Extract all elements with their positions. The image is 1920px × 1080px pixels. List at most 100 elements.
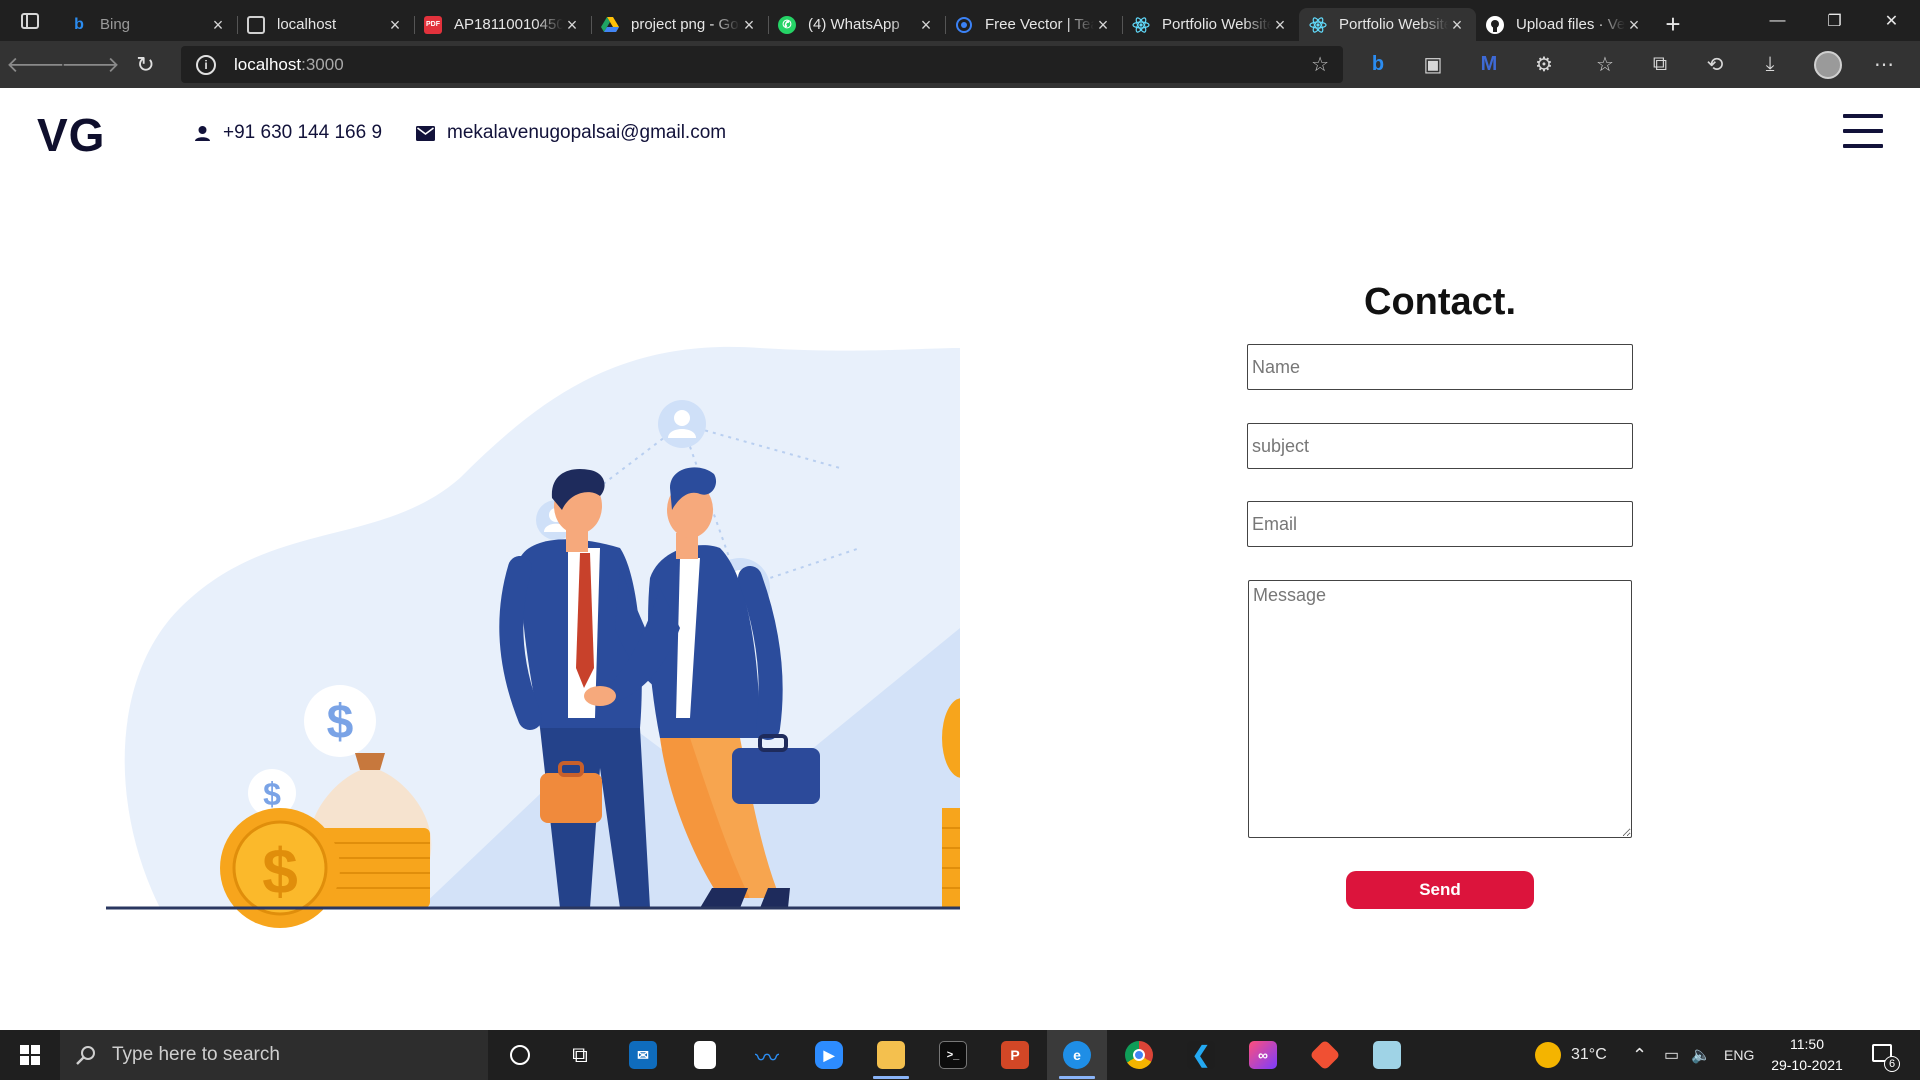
tab-bing[interactable]: b Bing ×	[60, 8, 237, 41]
message-textarea[interactable]	[1248, 580, 1632, 838]
cortana-button[interactable]	[490, 1030, 550, 1080]
tab-pdf[interactable]: PDF AP18110010450 ×	[414, 8, 591, 41]
hamburger-menu-button[interactable]	[1843, 114, 1883, 148]
weather-widget[interactable]: 31°C	[1535, 1030, 1607, 1080]
heartbeat-icon: 〰	[755, 1044, 779, 1072]
tab-freepik[interactable]: Free Vector | Team ×	[945, 8, 1122, 41]
tab-close-icon[interactable]: ×	[1448, 16, 1466, 34]
favorites-icon[interactable]: ☆	[1585, 41, 1625, 88]
extensions-icon[interactable]: ⚙	[1524, 41, 1564, 88]
address-bar[interactable]: i localhost:3000 ☆	[181, 46, 1343, 83]
git-app-button[interactable]	[1295, 1030, 1355, 1080]
new-tab-button[interactable]: +	[1653, 8, 1693, 41]
tab-close-icon[interactable]: ×	[386, 16, 404, 34]
tab-close-icon[interactable]: ×	[917, 16, 935, 34]
tab-portfolio-active[interactable]: Portfolio Website ×	[1299, 8, 1476, 41]
notes-icon	[1373, 1041, 1401, 1069]
powerpoint-icon: P	[1001, 1041, 1029, 1069]
tab-close-icon[interactable]: ×	[209, 16, 227, 34]
tab-label: Bing	[100, 16, 131, 33]
powerpoint-app-button[interactable]: P	[985, 1030, 1045, 1080]
creative-cloud-button[interactable]: ∞	[1233, 1030, 1293, 1080]
tab-close-icon[interactable]: ×	[563, 16, 581, 34]
terminal-icon: >_	[939, 1041, 967, 1069]
task-view-button[interactable]: ⧉	[550, 1030, 610, 1080]
svg-text:$: $	[263, 776, 281, 812]
input-language[interactable]: ENG	[1724, 1030, 1754, 1080]
tab-close-icon[interactable]: ×	[1094, 16, 1112, 34]
name-input[interactable]	[1247, 344, 1633, 390]
bing-chat-icon[interactable]: b	[1358, 41, 1398, 88]
site-logo[interactable]: VG	[37, 108, 105, 162]
downloads-icon[interactable]: ⤓	[1750, 41, 1790, 88]
header-email: mekalavenugopalsai@gmail.com	[416, 122, 726, 144]
whatsapp-icon: ✆	[778, 15, 796, 34]
url-port: :3000	[301, 54, 344, 74]
notepad-app-button[interactable]	[675, 1030, 735, 1080]
tab-close-icon[interactable]: ×	[740, 16, 758, 34]
edge-app-button[interactable]: e	[1047, 1030, 1107, 1080]
tab-portfolio-1[interactable]: Portfolio Website ×	[1122, 8, 1299, 41]
tab-close-icon[interactable]: ×	[1271, 16, 1289, 34]
tab-actions-button[interactable]	[0, 0, 60, 41]
notification-center-button[interactable]: 6	[1862, 1040, 1902, 1072]
url-host: localhost	[234, 54, 302, 74]
taskbar-clock[interactable]: 11:50 29-10-2021	[1762, 1034, 1852, 1076]
browser-tab-strip: b Bing × localhost × PDF AP18110010450 ×…	[0, 0, 1920, 41]
terminal-app-button[interactable]: >_	[923, 1030, 983, 1080]
subject-input[interactable]	[1247, 423, 1633, 469]
office-icon[interactable]: ▣	[1413, 41, 1453, 88]
vscode-icon: ❮	[1187, 1041, 1215, 1069]
site-info-icon[interactable]: i	[196, 54, 216, 75]
creative-cloud-icon: ∞	[1249, 1041, 1277, 1069]
email-input[interactable]	[1247, 501, 1633, 547]
bing-icon: b	[74, 15, 84, 33]
freepik-icon	[955, 16, 973, 34]
tab-localhost[interactable]: localhost ×	[237, 8, 414, 41]
add-favorite-icon[interactable]: ☆	[1311, 52, 1329, 77]
browser-toolbar: 🡐 🡒 ↻ i localhost:3000 ☆ b ▣ M ⚙ ☆ ⧉ ⟲ ⤓…	[0, 41, 1920, 88]
tab-google-drive[interactable]: project png - Google Drive ×	[591, 8, 768, 41]
folder-icon	[877, 1041, 905, 1069]
user-node-icon	[658, 400, 706, 448]
back-button[interactable]: 🡐	[6, 41, 65, 88]
menu-bar	[1843, 129, 1883, 133]
malwarebytes-icon[interactable]: M	[1469, 41, 1509, 88]
weather-sun-icon	[1535, 1042, 1561, 1068]
file-explorer-button[interactable]	[861, 1030, 921, 1080]
volume-icon[interactable]: 🔈	[1691, 1030, 1711, 1080]
search-icon	[76, 1046, 95, 1065]
svg-text:$: $	[262, 835, 298, 907]
send-button[interactable]: Send	[1346, 871, 1534, 909]
collections-icon[interactable]: ⧉	[1640, 41, 1680, 88]
settings-more-icon[interactable]: ⋯	[1864, 41, 1904, 88]
profile-avatar-icon[interactable]	[1808, 41, 1848, 88]
mail-app-button[interactable]: ✉	[613, 1030, 673, 1080]
briefcase-icon	[732, 748, 820, 804]
tab-label: Free Vector | Team	[985, 16, 1094, 33]
tab-github[interactable]: Upload files · Venugopal ×	[1476, 8, 1653, 41]
header-phone: +91 630 144 166 9	[194, 122, 382, 144]
git-icon	[1309, 1039, 1341, 1071]
close-window-button[interactable]: ✕	[1863, 0, 1920, 41]
chrome-app-button[interactable]	[1109, 1030, 1169, 1080]
taskbar-search-box[interactable]: Type here to search	[60, 1030, 488, 1080]
tab-close-icon[interactable]: ×	[1625, 16, 1643, 34]
history-icon[interactable]: ⟲	[1695, 41, 1735, 88]
refresh-button[interactable]: ↻	[118, 41, 173, 88]
search-placeholder: Type here to search	[112, 1044, 280, 1065]
restore-button[interactable]: ❐	[1806, 0, 1863, 41]
tray-chevron-icon[interactable]: ⌃	[1632, 1030, 1647, 1080]
meet-now-icon[interactable]: ▭	[1664, 1030, 1679, 1080]
minimize-button[interactable]: —	[1749, 0, 1806, 41]
vscode-app-button[interactable]: ❮	[1171, 1030, 1231, 1080]
tab-whatsapp[interactable]: ✆ (4) WhatsApp ×	[768, 8, 945, 41]
forward-button[interactable]: 🡒	[61, 41, 120, 88]
start-button[interactable]	[0, 1030, 60, 1080]
tab-actions-icon	[21, 12, 39, 29]
health-app-button[interactable]: 〰	[737, 1030, 797, 1080]
notes-app-button[interactable]	[1357, 1030, 1417, 1080]
address-url[interactable]: localhost:3000	[234, 55, 344, 75]
zoom-app-button[interactable]: ▶	[799, 1030, 859, 1080]
portfolio-page: VG +91 630 144 166 9 mekalavenugopalsai@…	[0, 88, 1920, 1030]
